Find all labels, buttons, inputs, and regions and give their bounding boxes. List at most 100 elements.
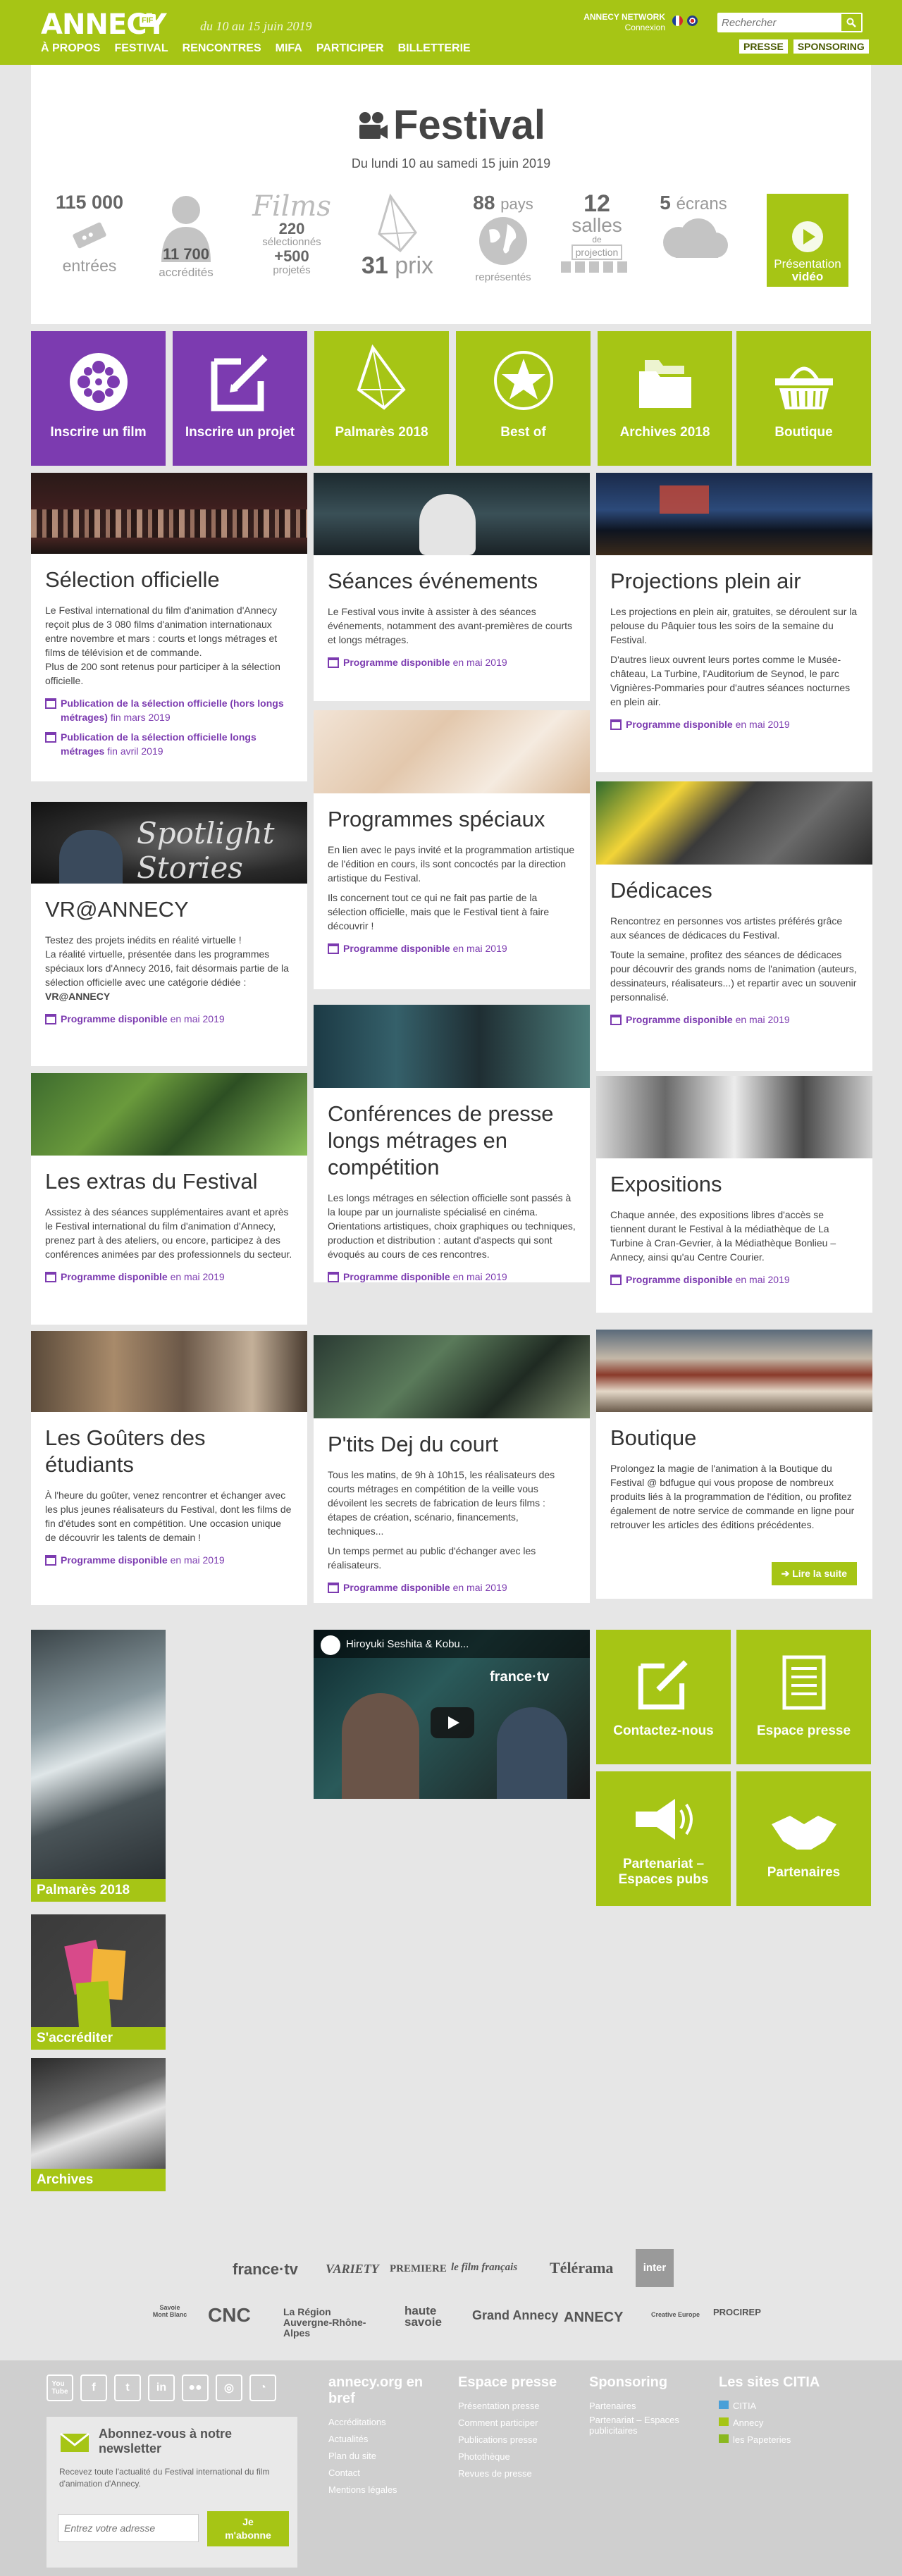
- footer-link[interactable]: Comment participer: [458, 2415, 571, 2432]
- partner-logo-telerama[interactable]: Télérama: [550, 2259, 613, 2277]
- card-programmes-speciaux[interactable]: Programmes spéciaux En lien avec le pays…: [314, 710, 590, 989]
- partner-logo-procirep[interactable]: PROCIREP: [713, 2307, 761, 2317]
- tile-palmares-2018[interactable]: Palmarès 2018: [314, 331, 449, 466]
- card-link-programme[interactable]: Programme disponible en mai 2019: [31, 1267, 307, 1287]
- card-link-selection-longs[interactable]: Publication de la sélection officielle l…: [31, 727, 307, 761]
- card-projections-plein-air[interactable]: Projections plein air Les projections en…: [596, 473, 872, 772]
- tile-best-of[interactable]: Best of: [456, 331, 591, 466]
- network-title[interactable]: ANNECY NETWORK: [572, 12, 665, 23]
- video-title: Hiroyuki Seshita & Kobu...: [346, 1638, 469, 1650]
- partner-logo-inter[interactable]: inter: [636, 2249, 674, 2287]
- read-more-button[interactable]: ➔ Lire la suite: [771, 1562, 857, 1585]
- partner-logo-variety[interactable]: VARIETY: [326, 2262, 379, 2277]
- footer-link[interactable]: Partenaires: [589, 2398, 702, 2415]
- footer-link-citia[interactable]: CITIA: [719, 2398, 832, 2415]
- side-label-accrediter[interactable]: S'accréditer: [31, 2027, 166, 2050]
- tile-espace-presse[interactable]: Espace presse: [736, 1630, 871, 1764]
- card-link-programme[interactable]: Programme disponible en mai 2019: [31, 1550, 307, 1570]
- card-ptits-dej[interactable]: P'tits Dej du court Tous les matins, de …: [314, 1335, 590, 1603]
- network-login-link[interactable]: Connexion: [572, 23, 665, 33]
- tile-partenaires[interactable]: Partenaires: [736, 1771, 871, 1906]
- side-label-archives[interactable]: Archives: [31, 2169, 166, 2191]
- card-expositions[interactable]: Expositions Chaque année, des exposition…: [596, 1076, 872, 1313]
- nav-item-festival[interactable]: FESTIVAL: [114, 42, 168, 55]
- footer-link[interactable]: Mentions légales: [328, 2482, 434, 2498]
- card-boutique[interactable]: Boutique Prolongez la magie de l'animati…: [596, 1330, 872, 1599]
- footer-link[interactable]: Plan du site: [328, 2448, 434, 2465]
- tile-inscrire-film[interactable]: Inscrire un film: [31, 331, 166, 466]
- nav-item-a-propos[interactable]: À PROPOS: [41, 42, 100, 55]
- partner-logo-creative-europe[interactable]: Creative Europe: [651, 2311, 700, 2318]
- youtube-video[interactable]: Hiroyuki Seshita & Kobu... france·tv: [314, 1630, 590, 1799]
- tile-inscrire-projet[interactable]: Inscrire un projet: [173, 331, 307, 466]
- partner-logo-haute-savoie[interactable]: haute savoie: [404, 2305, 457, 2328]
- facebook-icon[interactable]: f: [80, 2374, 107, 2401]
- flag-fr-icon[interactable]: [672, 16, 683, 26]
- footer-link[interactable]: Partenariat – Espaces publicitaires: [589, 2415, 702, 2436]
- partner-logo-region-aura[interactable]: La Région Auvergne-Rhône-Alpes: [283, 2307, 375, 2339]
- footer-link-papeteries[interactable]: les Papeteries: [719, 2432, 832, 2448]
- twitter-icon[interactable]: t: [114, 2374, 141, 2401]
- card-extras-festival[interactable]: Les extras du Festival Assistez à des sé…: [31, 1073, 307, 1325]
- card-link-programme[interactable]: Programme disponible en mai 2019: [314, 939, 590, 958]
- footer-link[interactable]: Accréditations: [328, 2414, 434, 2431]
- linkedin-icon[interactable]: in: [148, 2374, 175, 2401]
- vr-photo-text: Spotlight Stories: [137, 816, 275, 884]
- youtube-icon[interactable]: You Tube: [47, 2374, 73, 2401]
- card-title: Les extras du Festival: [45, 1169, 258, 1194]
- partner-logo-film-francais[interactable]: le film français: [451, 2262, 517, 2274]
- partner-logo-premiere[interactable]: PREMIERE: [390, 2263, 447, 2275]
- flickr-icon[interactable]: ●●: [182, 2374, 209, 2401]
- partner-logo-savoie-mont-blanc[interactable]: Savoie Mont Blanc: [152, 2304, 187, 2318]
- partner-logo-cnc[interactable]: CNC: [208, 2304, 251, 2327]
- card-link-programme[interactable]: Programme disponible en mai 2019: [596, 1270, 872, 1289]
- subnav-presse[interactable]: PRESSE: [739, 39, 788, 54]
- card-gouters-etudiants[interactable]: Les Goûters des étudiants À l'heure du g…: [31, 1331, 307, 1605]
- partner-logo-grand-annecy[interactable]: Grand Annecy: [472, 2308, 558, 2323]
- card-seances-evenements[interactable]: Séances événements Le Festival vous invi…: [314, 473, 590, 701]
- archives-image[interactable]: [31, 2058, 166, 2172]
- card-link-selection-courts[interactable]: Publication de la sélection officielle (…: [31, 693, 307, 727]
- card-link-programme[interactable]: Programme disponible en mai 2019: [31, 1009, 307, 1029]
- rss-icon[interactable]: ◔: [249, 2374, 276, 2401]
- card-selection-officielle[interactable]: Sélection officielle Le Festival interna…: [31, 473, 307, 781]
- flag-uk-icon[interactable]: [687, 16, 698, 26]
- nav-item-mifa[interactable]: MIFA: [276, 42, 302, 55]
- card-conferences-presse[interactable]: Conférences de presse longs métrages en …: [314, 1005, 590, 1282]
- nav-item-participer[interactable]: PARTICIPER: [316, 42, 384, 55]
- instagram-icon[interactable]: ◎: [216, 2374, 242, 2401]
- tile-archives-2018[interactable]: Archives 2018: [598, 331, 732, 466]
- footer-link[interactable]: Revues de presse: [458, 2465, 571, 2482]
- footer-link[interactable]: Contact: [328, 2465, 434, 2482]
- play-button[interactable]: [431, 1707, 474, 1738]
- tile-boutique[interactable]: Boutique: [736, 331, 871, 466]
- search-button[interactable]: [841, 14, 861, 31]
- palmares-image[interactable]: [31, 1630, 166, 1879]
- newsletter-subscribe-button[interactable]: Je m'abonne: [207, 2511, 289, 2546]
- tile-partenariat-espaces-pubs[interactable]: Partenariat – Espaces pubs: [596, 1771, 731, 1906]
- card-link-programme[interactable]: Programme disponible en mai 2019: [596, 714, 872, 734]
- search-input[interactable]: [717, 13, 836, 32]
- partner-logo-francetv[interactable]: france·tv: [233, 2260, 298, 2279]
- nav-item-billetterie[interactable]: BILLETTERIE: [398, 42, 471, 55]
- tile-contactez-nous[interactable]: Contactez-nous: [596, 1630, 731, 1764]
- side-label-palmares[interactable]: Palmarès 2018: [31, 1879, 166, 1902]
- footer-link[interactable]: Photothèque: [458, 2448, 571, 2465]
- card-link-programme[interactable]: Programme disponible en mai 2019: [314, 652, 590, 672]
- card-text: À l'heure du goûter, venez rencontrer et…: [45, 1490, 292, 1543]
- card-link-programme[interactable]: Programme disponible en mai 2019: [314, 1267, 590, 1287]
- video-presentation-button[interactable]: Présentation vidéo: [767, 194, 848, 287]
- footer-col-title: Sponsoring: [589, 2374, 668, 2390]
- partner-logo-annecy[interactable]: ANNECY: [564, 2310, 623, 2326]
- footer-link[interactable]: Actualités: [328, 2431, 434, 2448]
- subnav-sponsoring[interactable]: SPONSORING: [793, 39, 869, 54]
- card-vr-annecy[interactable]: Spotlight Stories VR@ANNECY Testez des p…: [31, 802, 307, 1066]
- footer-link[interactable]: Présentation presse: [458, 2398, 571, 2415]
- card-link-programme[interactable]: Programme disponible en mai 2019: [596, 1010, 872, 1029]
- card-dedicaces[interactable]: Dédicaces Rencontrez en personnes vos ar…: [596, 781, 872, 1071]
- card-link-programme[interactable]: Programme disponible en mai 2019: [314, 1578, 590, 1597]
- footer-link[interactable]: Publications presse: [458, 2432, 571, 2448]
- nav-item-rencontres[interactable]: RENCONTRES: [183, 42, 261, 55]
- footer-link-annecy[interactable]: Annecy: [719, 2415, 832, 2432]
- newsletter-email-input[interactable]: [58, 2514, 199, 2542]
